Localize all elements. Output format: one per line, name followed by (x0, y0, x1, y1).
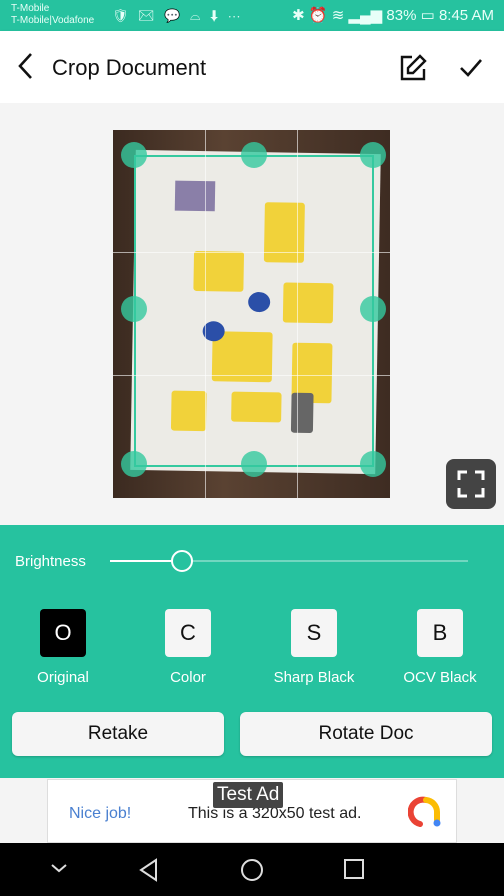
filter-icon: B (417, 609, 463, 657)
carrier-info: T-Mobile T-Mobile|Vodafone (11, 3, 94, 27)
page-title: Crop Document (52, 55, 207, 80)
crop-handle-bottom-left[interactable] (121, 451, 147, 477)
grid-line (113, 252, 390, 253)
crop-handle-top-right[interactable] (360, 142, 386, 168)
fullscreen-icon (457, 470, 485, 498)
notification-icons: 🛡 ✉ 💬 ⌓ ⬇ ⋯ (112, 8, 244, 23)
app-bar: Crop Document (0, 31, 504, 103)
grid-line (113, 375, 390, 376)
system-status: ✱ ⏰ ≋ ▂▄▆ 83% ▭ 8:45 AM (292, 6, 494, 24)
back-arrow-icon[interactable] (12, 51, 42, 81)
crop-handle-bottom-right[interactable] (360, 451, 386, 477)
brightness-slider[interactable] (110, 550, 468, 572)
slider-thumb[interactable] (170, 550, 193, 572)
bluetooth-icon: ✱ (292, 7, 305, 24)
home-icon[interactable] (240, 858, 264, 882)
brightness-label: Brightness (15, 553, 86, 570)
grid-line (297, 130, 298, 498)
carrier-1: T-Mobile (11, 3, 50, 14)
controls-panel: Brightness O Original C Color S Sharp Black… (0, 525, 504, 778)
crop-handle-bottom[interactable] (241, 451, 267, 477)
hide-keyboard-chevron-icon[interactable] (50, 861, 68, 875)
filter-original[interactable]: O Original (8, 609, 118, 686)
crop-canvas (0, 103, 504, 525)
battery-icon: ▭ (420, 7, 435, 24)
filter-label: Original (37, 669, 89, 686)
auto-crop-button[interactable] (446, 459, 496, 509)
filter-color[interactable]: C Color (133, 609, 243, 686)
document-photo (113, 130, 390, 498)
filter-sharp-black[interactable]: S Sharp Black (259, 609, 369, 686)
back-icon[interactable] (138, 858, 160, 882)
navigation-bar (0, 843, 504, 896)
confirm-check-icon[interactable] (458, 55, 484, 81)
edit-icon[interactable] (398, 53, 428, 83)
filter-icon: S (291, 609, 337, 657)
crop-boundary (134, 155, 374, 467)
filter-icon: O (40, 609, 86, 657)
grid-line (205, 130, 206, 498)
wifi-icon: ≋ (331, 7, 345, 24)
test-ad-tag: Test Ad (213, 782, 284, 808)
crop-handle-right[interactable] (360, 296, 386, 322)
rotate-doc-button[interactable]: Rotate Doc (240, 712, 492, 756)
ad-headline: Nice job! (69, 805, 132, 822)
retake-button[interactable]: Retake (12, 712, 224, 756)
filter-ocv-black[interactable]: B OCV Black (385, 609, 495, 686)
status-bar: T-Mobile T-Mobile|Vodafone 🛡 ✉ 💬 ⌓ ⬇ ⋯ ✱ … (0, 0, 504, 31)
filter-label: Sharp Black (273, 669, 355, 686)
recents-icon[interactable] (344, 859, 364, 879)
filter-label: Color (170, 669, 206, 686)
clock: 8:45 AM (438, 7, 494, 24)
filter-label: OCV Black (403, 669, 477, 686)
crop-handle-top-left[interactable] (121, 142, 147, 168)
alarm-icon: ⏰ (308, 7, 328, 24)
crop-handle-top[interactable] (241, 142, 267, 168)
crop-handle-left[interactable] (121, 296, 147, 322)
admob-logo-icon (408, 796, 441, 827)
carrier-2: T-Mobile|Vodafone (11, 15, 95, 26)
signal-icon: ▂▄▆ (348, 7, 383, 24)
filter-icon: C (165, 609, 211, 657)
battery-percent: 83% (386, 7, 417, 24)
